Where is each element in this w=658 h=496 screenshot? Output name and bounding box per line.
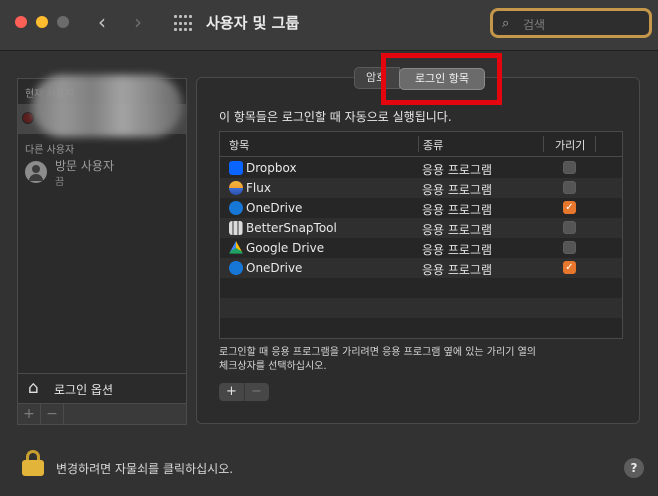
column-header-item[interactable]: 항목 xyxy=(229,137,249,153)
title-bar: ‹ › 사용자 및 그룹 ⌕ 검색 xyxy=(0,0,658,51)
add-user-button[interactable]: + xyxy=(18,404,41,424)
bettersnaptool-icon xyxy=(229,221,243,235)
empty-row xyxy=(220,298,622,318)
hide-checkbox[interactable] xyxy=(563,221,576,234)
item-name: Flux xyxy=(246,181,271,195)
help-button[interactable]: ? xyxy=(624,458,644,478)
hide-instructions: 로그인할 때 응용 프로그램을 가리려면 응용 프로그램 옆에 있는 가리기 열… xyxy=(219,346,629,374)
guest-user-status: 끔 xyxy=(55,177,65,188)
item-name: OneDrive xyxy=(246,261,303,275)
guest-user-name: 방문 사용자 xyxy=(55,159,115,173)
column-divider xyxy=(418,136,419,152)
lock-instruction-text: 변경하려면 자물쇠를 클릭하십시오. xyxy=(56,462,234,476)
item-name: Google Drive xyxy=(246,241,325,255)
search-field[interactable]: ⌕ 검색 xyxy=(490,8,652,38)
table-row[interactable]: OneDrive 응용 프로그램 ✓ xyxy=(220,198,622,218)
onedrive-icon xyxy=(229,201,243,215)
hide-checkbox[interactable] xyxy=(563,241,576,254)
window-title: 사용자 및 그룹 xyxy=(206,14,300,32)
onedrive-icon xyxy=(229,261,243,275)
item-name: BetterSnapTool xyxy=(246,221,337,235)
hide-checkbox[interactable]: ✓ xyxy=(563,261,576,274)
remove-user-button[interactable]: − xyxy=(41,404,64,424)
users-sidebar: 현재 사용자 다른 사용자 방문 사용자 끔 ⌂ 로그인 옵션 + − xyxy=(17,75,187,425)
other-users-header: 다른 사용자 xyxy=(25,145,75,156)
forward-chevron-icon[interactable]: › xyxy=(134,10,142,34)
login-options-button[interactable]: ⌂ 로그인 옵션 xyxy=(18,373,186,404)
hide-instructions-line1: 로그인할 때 응용 프로그램을 가리려면 응용 프로그램 옆에 있는 가리기 열… xyxy=(219,347,536,358)
table-row[interactable]: BetterSnapTool 응용 프로그램 xyxy=(220,218,622,238)
column-header-kind[interactable]: 종류 xyxy=(423,137,443,153)
guest-avatar-icon xyxy=(25,161,47,183)
dropbox-icon xyxy=(229,161,243,175)
back-chevron-icon[interactable]: ‹ xyxy=(98,10,106,34)
table-row[interactable]: OneDrive 응용 프로그램 ✓ xyxy=(220,258,622,278)
item-kind: 응용 프로그램 xyxy=(422,223,493,237)
item-kind: 응용 프로그램 xyxy=(422,203,493,217)
close-window-button[interactable] xyxy=(15,16,27,28)
login-options-label: 로그인 옵션 xyxy=(54,383,114,397)
lock-icon[interactable] xyxy=(22,450,44,476)
table-row[interactable]: Dropbox 응용 프로그램 xyxy=(220,158,622,178)
item-name: Dropbox xyxy=(246,161,297,175)
hide-checkbox[interactable] xyxy=(563,161,576,174)
zoom-window-button[interactable] xyxy=(57,16,69,28)
column-divider xyxy=(543,136,544,152)
minimize-window-button[interactable] xyxy=(36,16,48,28)
search-placeholder: 검색 xyxy=(523,18,546,32)
add-remove-login-item: + − xyxy=(219,383,269,401)
search-icon: ⌕ xyxy=(502,16,510,31)
remove-login-item-button[interactable]: − xyxy=(244,383,269,401)
sidebar-footer: + − xyxy=(18,403,186,424)
table-header: 항목 종류 가리기 xyxy=(220,132,622,157)
show-all-grid-icon[interactable] xyxy=(174,15,192,33)
item-name: OneDrive xyxy=(246,201,303,215)
hide-instructions-line2: 체크상자를 선택하십시오. xyxy=(219,361,327,372)
home-icon: ⌂ xyxy=(28,378,39,398)
redacted-user-blur xyxy=(32,75,182,137)
empty-row xyxy=(220,318,622,338)
column-divider xyxy=(595,136,596,152)
column-header-hide[interactable]: 가리기 xyxy=(555,137,585,153)
item-kind: 응용 프로그램 xyxy=(422,243,493,257)
hide-checkbox[interactable]: ✓ xyxy=(563,201,576,214)
item-kind: 응용 프로그램 xyxy=(422,263,493,277)
table-row[interactable]: Flux 응용 프로그램 xyxy=(220,178,622,198)
table-row[interactable]: Google Drive 응용 프로그램 xyxy=(220,238,622,258)
empty-row xyxy=(220,278,622,298)
login-items-description: 이 항목들은 로그인할 때 자동으로 실행됩니다. xyxy=(219,110,452,124)
flux-icon xyxy=(229,181,243,195)
tab-login-items[interactable]: 로그인 항목 xyxy=(399,68,485,90)
item-kind: 응용 프로그램 xyxy=(422,183,493,197)
add-login-item-button[interactable]: + xyxy=(219,383,245,401)
hide-checkbox[interactable] xyxy=(563,181,576,194)
google-drive-icon xyxy=(229,241,243,254)
item-kind: 응용 프로그램 xyxy=(422,163,493,177)
login-items-table: 항목 종류 가리기 Dropbox 응용 프로그램 Flux 응용 프로그램 O… xyxy=(219,131,623,339)
